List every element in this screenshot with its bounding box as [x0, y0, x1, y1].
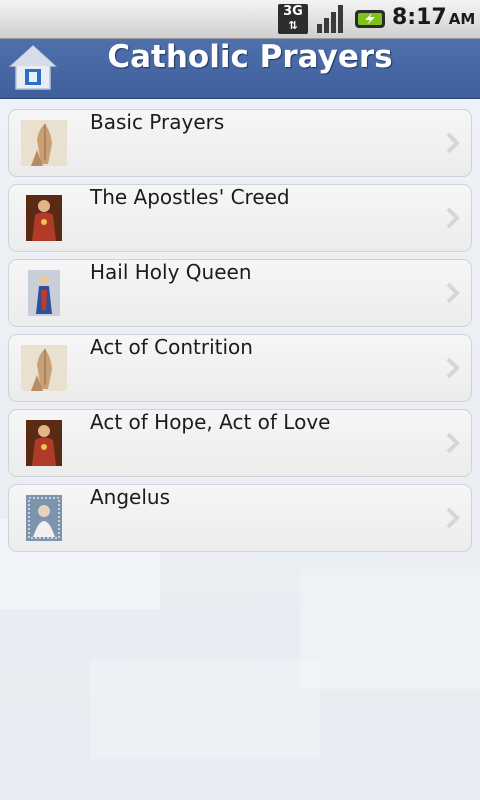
list-item-act-of-contrition[interactable]: Act of Contrition — [8, 334, 472, 402]
background-pattern — [90, 659, 320, 759]
3g-network-icon: 3G ⇅ — [278, 4, 308, 34]
list-item-label: Act of Hope, Act of Love — [90, 410, 331, 434]
praying-hands-icon — [21, 345, 67, 391]
angelus-icon — [26, 495, 62, 541]
list-item-act-of-hope-love[interactable]: Act of Hope, Act of Love — [8, 409, 472, 477]
list-item-basic-prayers[interactable]: Basic Prayers — [8, 109, 472, 177]
list-item-apostles-creed[interactable]: The Apostles' Creed — [8, 184, 472, 252]
list-item-hail-holy-queen[interactable]: Hail Holy Queen — [8, 259, 472, 327]
signal-strength-icon — [317, 5, 343, 33]
chevron-right-icon — [446, 507, 460, 529]
background-pattern — [300, 569, 480, 689]
home-icon[interactable] — [8, 43, 58, 93]
clock: 8:17 AM — [392, 5, 476, 30]
sacred-heart-icon — [26, 195, 62, 241]
chevron-right-icon — [446, 207, 460, 229]
chevron-right-icon — [446, 132, 460, 154]
list-item-label: The Apostles' Creed — [90, 185, 290, 209]
list-item-label: Hail Holy Queen — [90, 260, 252, 284]
chevron-right-icon — [446, 357, 460, 379]
list-item-label: Basic Prayers — [90, 110, 225, 134]
chevron-right-icon — [446, 282, 460, 304]
title-bar: Catholic Prayers — [0, 39, 480, 99]
prayer-list: Basic Prayers The Apostles' Creed Hail H… — [8, 109, 472, 559]
sacred-heart-icon — [26, 420, 62, 466]
status-bar: 3G ⇅ 8:17 AM — [0, 0, 480, 39]
virgin-mary-icon — [28, 270, 60, 316]
chevron-right-icon — [446, 432, 460, 454]
page-title: Catholic Prayers — [107, 39, 393, 75]
list-item-angelus[interactable]: Angelus — [8, 484, 472, 552]
praying-hands-icon — [21, 120, 67, 166]
content-area: Basic Prayers The Apostles' Creed Hail H… — [0, 99, 480, 800]
battery-charging-icon — [355, 10, 385, 28]
list-item-label: Act of Contrition — [90, 335, 253, 359]
list-item-label: Angelus — [90, 485, 171, 509]
